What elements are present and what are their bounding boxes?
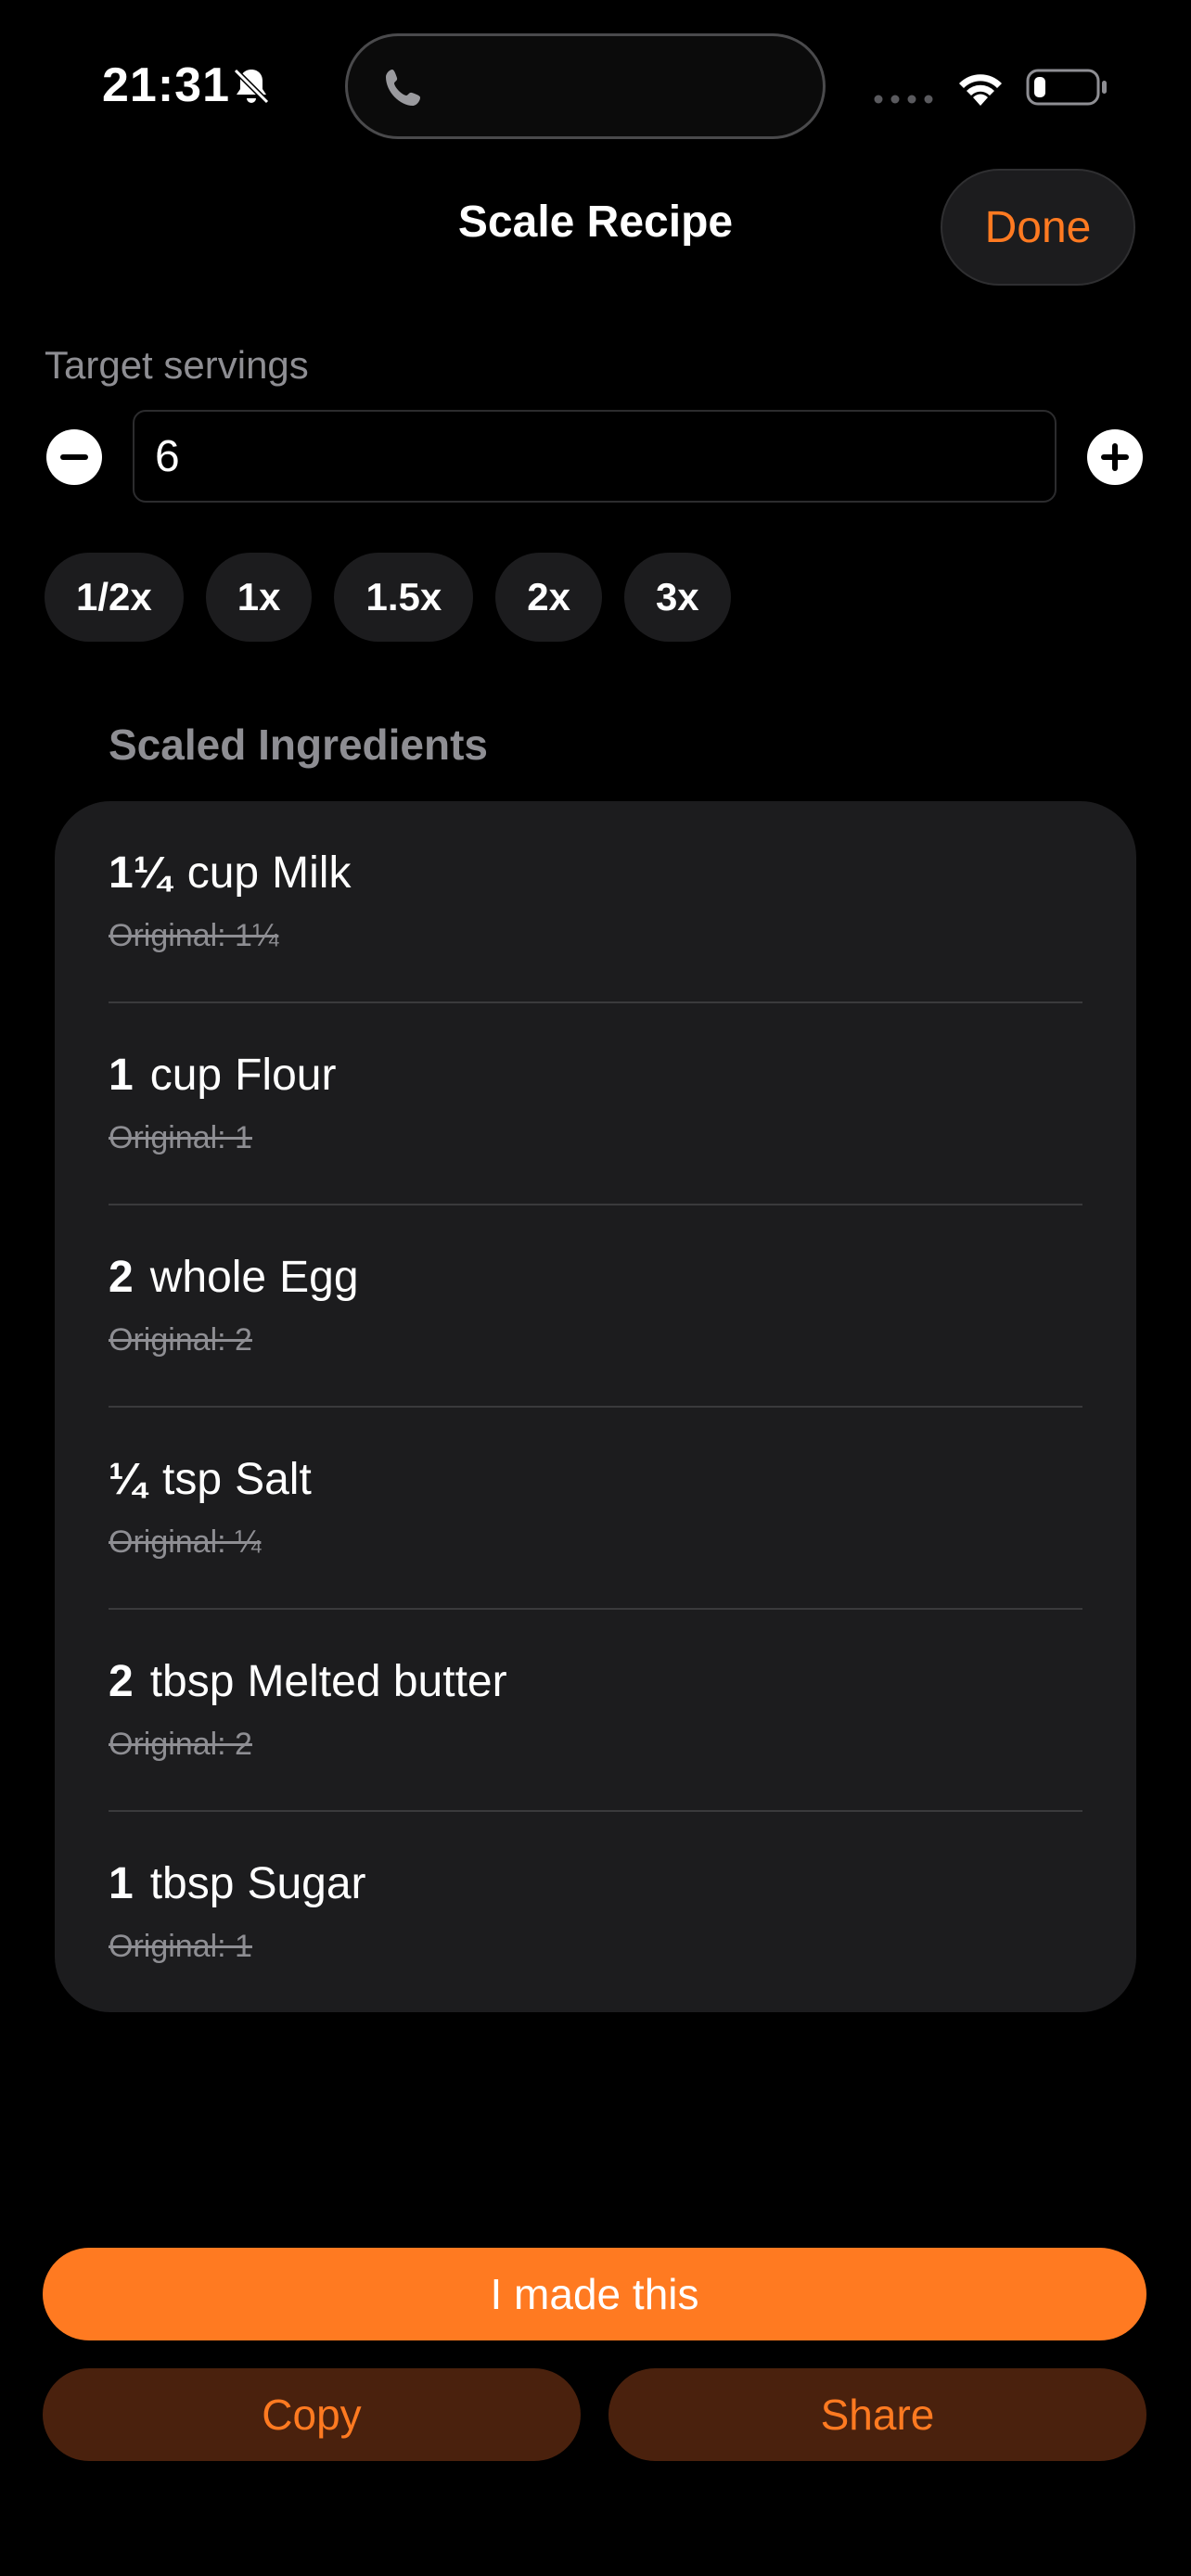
done-button[interactable]: Done [941,169,1135,286]
ingredient-name: Melted butter [247,1657,507,1706]
status-bar: 21:31 [0,0,1191,167]
ingredient-line: 2 whole Egg [109,1252,359,1303]
ingredient-qty: 1 [109,1859,134,1908]
ingredient-unit: tsp [162,1455,223,1504]
dynamic-island[interactable] [345,33,826,139]
minus-icon [60,454,88,460]
chip-2x[interactable]: 2x [495,553,602,642]
list-item: ¼ tsp Salt Original: ¼ [109,1408,1082,1610]
ingredient-qty: 1 [109,1051,134,1100]
ingredient-qty: 2 [109,1253,134,1302]
servings-label: Target servings [45,343,309,387]
ingredients-list: 1¼ cup Milk Original: 1¼ 1 cup Flour Origina… [55,801,1136,2012]
i-made-this-button[interactable]: I made this [43,2248,1146,2340]
ingredient-name: Flour [235,1051,337,1100]
ingredient-unit: cup [186,848,260,898]
list-item: 2 whole Egg Original: 2 [109,1205,1082,1408]
phone-icon [386,70,420,106]
chip-1x[interactable]: 1x [205,553,313,642]
ingredient-name: Sugar [247,1859,366,1908]
ingredient-qty: 2 [109,1657,134,1706]
ingredient-original: Original: 2 [109,1727,252,1762]
ingredient-unit: whole [149,1253,267,1302]
chip-1-5x[interactable]: 1.5x [334,553,474,642]
ingredient-original: Original: 1 [109,1120,252,1155]
ingredient-line: 2 tbsp Melted butter [109,1656,507,1707]
ingredient-qty: ¼ [109,1455,147,1504]
ingredient-original: Original: 1¼ [109,918,279,953]
list-item: 1 tbsp Sugar Original: 1 [109,1812,1082,2014]
ingredient-unit: tbsp [149,1657,235,1706]
copy-button[interactable]: Copy [43,2368,581,2461]
ingredient-unit: tbsp [149,1859,235,1908]
plus-icon [1112,443,1118,471]
status-time: 21:31 [102,58,230,112]
multiplier-chips: 1/2x 1x 1.5x 2x 3x [45,553,731,642]
wifi-icon [959,74,1002,106]
chip-3x[interactable]: 3x [623,553,731,642]
ingredient-unit: cup [149,1051,223,1100]
ingredient-line: 1 cup Flour [109,1050,336,1101]
bell-slash-icon [233,68,270,105]
servings-input[interactable] [133,410,1057,503]
ingredient-name: Salt [235,1455,312,1504]
list-item: 1¼ cup Milk Original: 1¼ [109,801,1082,1003]
ingredient-original: Original: 2 [109,1322,252,1358]
section-header: Scaled Ingredients [109,721,489,769]
share-button[interactable]: Share [608,2368,1146,2461]
battery-icon [1026,69,1107,106]
list-item: 2 tbsp Melted butter Original: 2 [109,1610,1082,1812]
ingredient-line: 1¼ cup Milk [109,848,351,899]
increment-servings-button[interactable] [1087,429,1143,485]
ingredient-name: Milk [272,848,352,898]
ingredient-original: Original: 1 [109,1929,252,1964]
ingredient-line: 1 tbsp Sugar [109,1858,366,1909]
chip-half[interactable]: 1/2x [45,553,184,642]
ingredient-name: Egg [279,1253,359,1302]
ingredient-original: Original: ¼ [109,1524,262,1560]
ingredient-qty: 1¼ [109,848,171,898]
list-item: 1 cup Flour Original: 1 [109,1003,1082,1205]
decrement-servings-button[interactable] [46,429,102,485]
signal-icon [874,95,933,104]
ingredient-line: ¼ tsp Salt [109,1454,312,1505]
